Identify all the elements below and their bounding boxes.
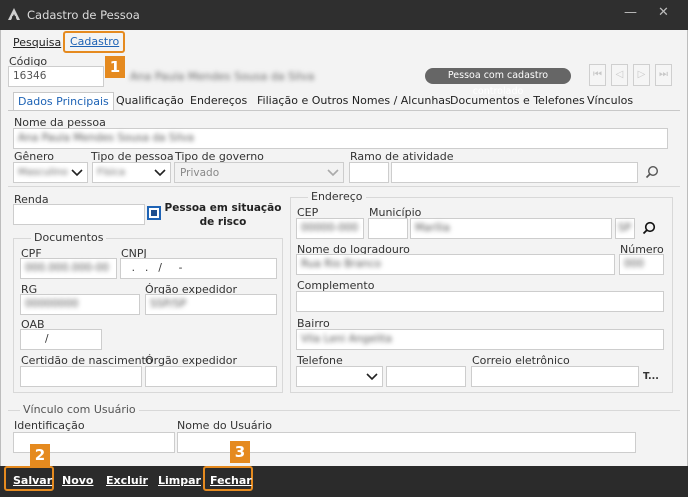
nome-input[interactable]: Ana Paula Mendes Sousa da Silva: [13, 128, 668, 149]
codigo-input[interactable]: 16346: [8, 66, 104, 87]
nav-prev-button[interactable]: ◁: [611, 64, 628, 86]
close-button[interactable]: ✕: [658, 5, 669, 20]
nav-next-button[interactable]: ▷: [633, 64, 650, 86]
genero-select[interactable]: Masculino: [13, 162, 88, 183]
telefone-input[interactable]: [386, 366, 466, 387]
annotation-badge-2: 2: [30, 444, 50, 466]
tab-enderecos[interactable]: Endereços: [186, 92, 251, 111]
ramo-desc-input[interactable]: [391, 162, 638, 183]
search-icon[interactable]: [642, 221, 656, 238]
row-divider: [8, 186, 680, 187]
salvar-button[interactable]: Salvar: [13, 474, 52, 487]
documentos-title: Documentos: [31, 231, 107, 244]
chevron-down-icon: [366, 370, 378, 385]
minimize-button[interactable]: —: [624, 5, 637, 20]
tipo-pessoa-value: Física: [97, 167, 126, 178]
tab-dados-principais[interactable]: Dados Principais: [13, 92, 114, 111]
identificacao-label: Identificação: [14, 419, 85, 432]
chevron-down-icon: [327, 166, 339, 181]
tipo-governo-select[interactable]: Privado: [174, 162, 344, 183]
codigo-person-name: Ana Paula Mendes Sousa da Silva: [130, 70, 315, 83]
nav-last-button[interactable]: ⏭: [655, 64, 672, 86]
tab-qualificacao[interactable]: Qualificação: [112, 92, 188, 111]
app-logo-icon: [7, 7, 21, 24]
menu-cadastro[interactable]: Cadastro: [70, 35, 119, 48]
vinculo-title: Vínculo com Usuário: [20, 403, 139, 416]
chevron-down-icon: [71, 166, 83, 181]
tab-filiacao[interactable]: Filiação e Outros Nomes / Alcunhas: [253, 92, 455, 111]
status-pill: Pessoa com cadastro controlado: [425, 68, 571, 97]
tipo-pessoa-select[interactable]: Física: [92, 162, 171, 183]
logradouro-input[interactable]: Rua Rio Branco: [296, 254, 615, 275]
cpf-input[interactable]: 000.000.000-00: [20, 258, 117, 279]
cep-input[interactable]: 00000-000: [296, 218, 364, 239]
certidao-input[interactable]: [20, 366, 142, 387]
email-input[interactable]: [471, 366, 639, 387]
novo-button[interactable]: Novo: [62, 474, 94, 487]
genero-value: Masculino: [18, 167, 68, 178]
complemento-input[interactable]: [296, 291, 664, 312]
numero-input[interactable]: 000: [619, 254, 664, 275]
municipio-name-input[interactable]: Marília: [410, 218, 612, 239]
risco-checkbox-mark: [151, 210, 157, 216]
telefone-type-select[interactable]: [296, 366, 383, 387]
annotation-badge-1: 1: [105, 56, 125, 78]
window-title: Cadastro de Pessoa: [27, 8, 140, 22]
footer-toolbar: [0, 466, 688, 497]
nav-first-button[interactable]: ⏮: [589, 64, 606, 86]
limpar-button[interactable]: Limpar: [158, 474, 201, 487]
rg-input[interactable]: 00000000: [20, 294, 140, 315]
endereco-title: Endereço: [308, 190, 366, 203]
email-more-button[interactable]: T...: [643, 371, 659, 382]
chevron-down-icon: [154, 166, 166, 181]
risco-label: Pessoa em situação de risco: [164, 202, 282, 228]
annotation-badge-3: 3: [230, 441, 250, 463]
risco-checkbox[interactable]: [147, 206, 161, 220]
search-icon[interactable]: [645, 165, 659, 182]
orgao-expedidor-rg-input[interactable]: SSP/SP: [145, 294, 277, 315]
tab-divider: [8, 110, 680, 111]
menu-pesquisa[interactable]: Pesquisa: [13, 36, 61, 49]
orgao-expedidor-certidao-input[interactable]: [145, 366, 277, 387]
tipo-governo-value: Privado: [180, 167, 220, 179]
ramo-code-input[interactable]: [349, 162, 389, 183]
municipio-code-input[interactable]: [368, 218, 408, 239]
oab-input[interactable]: /: [20, 329, 102, 350]
usuario-label: Nome do Usuário: [177, 419, 272, 432]
fechar-button[interactable]: Fechar: [210, 474, 252, 487]
tab-documentos-telefones[interactable]: Documentos e Telefones: [446, 92, 589, 111]
bairro-input[interactable]: Vila Leni Angelita: [296, 329, 664, 350]
uf-input[interactable]: SP: [615, 218, 635, 239]
excluir-button[interactable]: Excluir: [106, 474, 148, 487]
tab-vinculos[interactable]: Vínculos: [583, 92, 637, 111]
title-bar: Cadastro de Pessoa — ✕: [0, 0, 688, 30]
renda-input[interactable]: [13, 204, 145, 225]
cnpj-input[interactable]: . . / -: [120, 258, 277, 279]
